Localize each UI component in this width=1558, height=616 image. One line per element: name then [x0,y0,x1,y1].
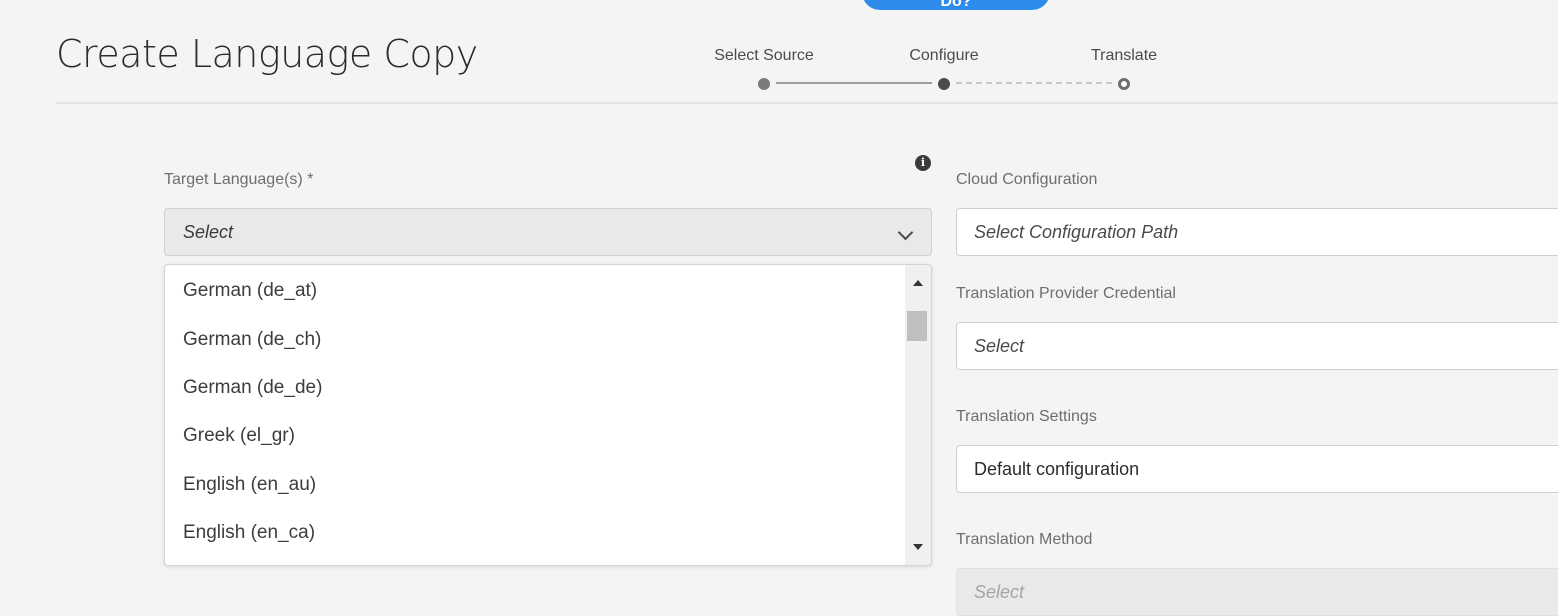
translation-provider-credential-label: Translation Provider Credential [956,285,1176,302]
step-configure-label: Configure [909,47,979,64]
language-option[interactable]: German (de_ch) [183,329,321,351]
page-title: Create Language Copy [56,32,478,76]
translation-settings-label: Translation Settings [956,408,1097,425]
primary-action-button[interactable]: Do? [862,0,1050,10]
target-language-select[interactable]: Select [164,208,932,256]
target-language-label: Target Language(s) * [164,171,314,188]
language-option[interactable]: English (en_au) [183,474,316,496]
translation-method-select[interactable]: Select [956,568,1558,616]
scroll-up-arrow-icon[interactable] [913,280,923,286]
cloud-configuration-placeholder: Select Configuration Path [974,222,1179,242]
primary-action-label: Do? [940,0,972,10]
step-configure-dot [938,78,950,90]
chevron-down-icon [897,224,914,241]
language-option[interactable]: German (de_de) [183,377,322,399]
translation-provider-credential-select[interactable]: Select [956,322,1558,370]
target-language-placeholder: Select [183,222,234,242]
translation-settings-value: Default configuration [974,459,1140,479]
cloud-configuration-path-input[interactable]: Select Configuration Path [956,208,1558,256]
scroll-down-arrow-icon[interactable] [913,544,923,550]
step-select-source-label: Select Source [714,47,814,64]
translation-method-placeholder: Select [974,582,1025,602]
step-translate-label: Translate [1090,47,1158,64]
translation-method-label: Translation Method [956,531,1093,548]
step-connector-complete [776,82,932,84]
target-language-dropdown-list[interactable]: German (de_at) German (de_ch) German (de… [164,264,932,566]
language-option[interactable]: English (en_ca) [183,522,315,544]
language-option[interactable]: Greek (el_gr) [183,425,295,447]
scrollbar-thumb[interactable] [907,311,927,341]
translation-settings-select[interactable]: Default configuration [956,445,1558,493]
step-translate-dot [1118,78,1130,90]
info-icon[interactable]: i [915,155,931,171]
dropdown-scrollbar[interactable] [905,265,931,565]
translation-provider-credential-placeholder: Select [974,336,1025,356]
cloud-configuration-label: Cloud Configuration [956,171,1098,188]
step-select-source-dot [758,78,770,90]
header-divider [56,102,1558,104]
language-option[interactable]: German (de_at) [183,280,317,302]
step-connector-pending [956,82,1112,84]
